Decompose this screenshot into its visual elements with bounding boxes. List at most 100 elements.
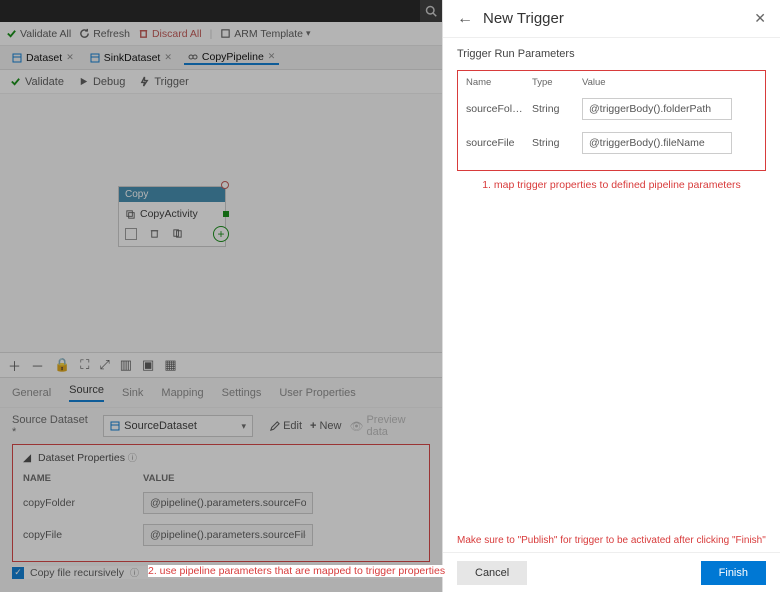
add-output-icon[interactable]: + — [213, 226, 229, 242]
fit-icon[interactable]: ⛶ — [80, 357, 89, 373]
table-row: sourceFol… String — [466, 92, 757, 126]
close-icon[interactable]: ✕ — [164, 52, 172, 63]
param-type: String — [532, 137, 582, 149]
refresh-button[interactable]: Refresh — [79, 28, 130, 40]
toolbar-label: Discard All — [152, 28, 202, 40]
cancel-button[interactable]: Cancel — [457, 561, 527, 585]
tab-source[interactable]: Source — [69, 384, 104, 402]
toolbar-label: ARM Template — [234, 28, 303, 40]
tab-settings[interactable]: Settings — [222, 387, 262, 399]
table-icon — [90, 53, 100, 63]
editor-tabs: Dataset ✕ SinkDataset ✕ CopyPipeline ✕ — [0, 46, 442, 70]
source-dataset-select[interactable]: SourceDataset ▾ — [103, 415, 253, 437]
label: Preview data — [366, 414, 430, 438]
align-icon[interactable]: ▣ — [142, 357, 154, 373]
tab-label: SinkDataset — [104, 52, 161, 64]
label: Trigger — [154, 76, 188, 88]
section-title: Dataset Properties — [38, 452, 125, 464]
finish-button[interactable]: Finish — [701, 561, 766, 585]
param-name: copyFolder — [23, 487, 143, 519]
app-top-bar — [0, 0, 442, 22]
arm-template-dropdown[interactable]: ARM Template ▾ — [220, 28, 310, 40]
delete-icon[interactable] — [149, 228, 160, 239]
tab-sink[interactable]: Sink — [122, 387, 143, 399]
search-icon[interactable] — [420, 0, 442, 22]
chevron-down-icon: ▾ — [242, 421, 247, 432]
validate-all-button[interactable]: Validate All — [6, 28, 71, 40]
param-name: sourceFol… — [466, 103, 532, 115]
close-icon[interactable]: ✕ — [754, 10, 766, 27]
connector-icon[interactable] — [223, 211, 229, 217]
table-row: copyFolder — [23, 487, 419, 519]
param-value-input[interactable] — [143, 492, 313, 514]
discard-all-button[interactable]: Discard All — [138, 28, 202, 40]
col-value-header: VALUE — [143, 470, 419, 487]
expand-icon[interactable]: ⤢ — [99, 357, 109, 373]
grid-icon[interactable]: ▦ — [164, 357, 176, 373]
zoom-out-icon[interactable]: － — [31, 356, 44, 375]
toolbar-label: Refresh — [93, 28, 130, 40]
pipeline-canvas[interactable]: Copy CopyActivity + — [0, 94, 442, 352]
publish-note: Make sure to "Publish" for trigger to be… — [443, 535, 780, 552]
tab-copypipeline[interactable]: CopyPipeline ✕ — [184, 51, 279, 65]
param-name: copyFile — [23, 519, 143, 551]
info-icon[interactable]: ⓘ — [128, 453, 137, 463]
close-icon[interactable]: ✕ — [268, 51, 276, 62]
expand-toggle-icon[interactable]: ◢ — [23, 452, 31, 464]
node-action-icon[interactable] — [125, 228, 137, 240]
node-name: CopyActivity — [140, 208, 198, 220]
debug-button[interactable]: Debug — [78, 76, 125, 88]
chevron-down-icon: ▾ — [306, 28, 311, 39]
validate-button[interactable]: Validate — [10, 76, 64, 88]
new-button[interactable]: + New — [310, 414, 341, 438]
annotation-2: 2. use pipeline parameters that are mapp… — [148, 565, 445, 577]
zoom-in-icon[interactable]: ＋ — [8, 356, 21, 375]
annotation-1: 1. map trigger properties to defined pip… — [457, 179, 766, 191]
col-header: Name — [466, 77, 532, 88]
copy-node-icon[interactable] — [172, 228, 183, 239]
new-trigger-panel: ← New Trigger ✕ Trigger Run Parameters N… — [442, 0, 780, 592]
tab-label: Dataset — [26, 52, 62, 64]
panel-title: New Trigger — [483, 10, 754, 27]
copy-icon — [125, 209, 136, 220]
copy-activity-node[interactable]: Copy CopyActivity + — [118, 186, 226, 247]
param-value-input[interactable] — [582, 132, 732, 154]
tab-label: CopyPipeline — [202, 51, 264, 63]
trigger-params-box: Name Type Value sourceFol… String source… — [457, 70, 766, 171]
col-header: Value — [582, 77, 757, 88]
back-icon[interactable]: ← — [457, 10, 473, 28]
pipeline-icon — [188, 52, 198, 62]
label: Edit — [283, 420, 302, 432]
close-icon[interactable]: ✕ — [66, 52, 74, 63]
node-type-label: Copy — [125, 189, 148, 200]
info-icon[interactable]: ⓘ — [130, 566, 139, 579]
select-value: SourceDataset — [124, 420, 197, 432]
source-dataset-label: Source Dataset * — [12, 414, 95, 438]
col-header: Type — [532, 77, 582, 88]
source-dataset-row: Source Dataset * SourceDataset ▾ Edit + … — [0, 408, 442, 444]
dataset-properties-box: ◢ Dataset Properties ⓘ NAME VALUE copyFo… — [12, 444, 430, 562]
preview-button[interactable]: 👁 Preview data — [350, 414, 431, 438]
canvas-zoom-toolbar: ＋ － 🔒 ⛶ ⤢ ▥ ▣ ▦ — [0, 352, 442, 378]
param-value-input[interactable] — [582, 98, 732, 120]
node-header: Copy — [119, 187, 225, 202]
copy-recursively-checkbox[interactable]: ✓ — [12, 567, 24, 579]
table-row: copyFile — [23, 519, 419, 551]
tab-sinkdataset[interactable]: SinkDataset ✕ — [86, 52, 176, 64]
activity-config-tabs: General Source Sink Mapping Settings Use… — [0, 378, 442, 408]
param-name: sourceFile — [466, 137, 532, 149]
tab-general[interactable]: General — [12, 387, 51, 399]
panel-subtitle: Trigger Run Parameters — [457, 48, 766, 60]
edit-button[interactable]: Edit — [269, 414, 302, 438]
trigger-button[interactable]: Trigger — [139, 76, 188, 88]
tab-dataset[interactable]: Dataset ✕ — [8, 52, 78, 64]
layout-icon[interactable]: ▥ — [120, 357, 132, 373]
lock-icon[interactable]: 🔒 — [54, 357, 70, 373]
tab-user-properties[interactable]: User Properties — [279, 387, 355, 399]
tab-mapping[interactable]: Mapping — [161, 387, 203, 399]
col-name-header: NAME — [23, 470, 143, 487]
pencil-icon — [269, 421, 280, 432]
label: New — [319, 420, 341, 432]
param-value-input[interactable] — [143, 524, 313, 546]
param-type: String — [532, 103, 582, 115]
